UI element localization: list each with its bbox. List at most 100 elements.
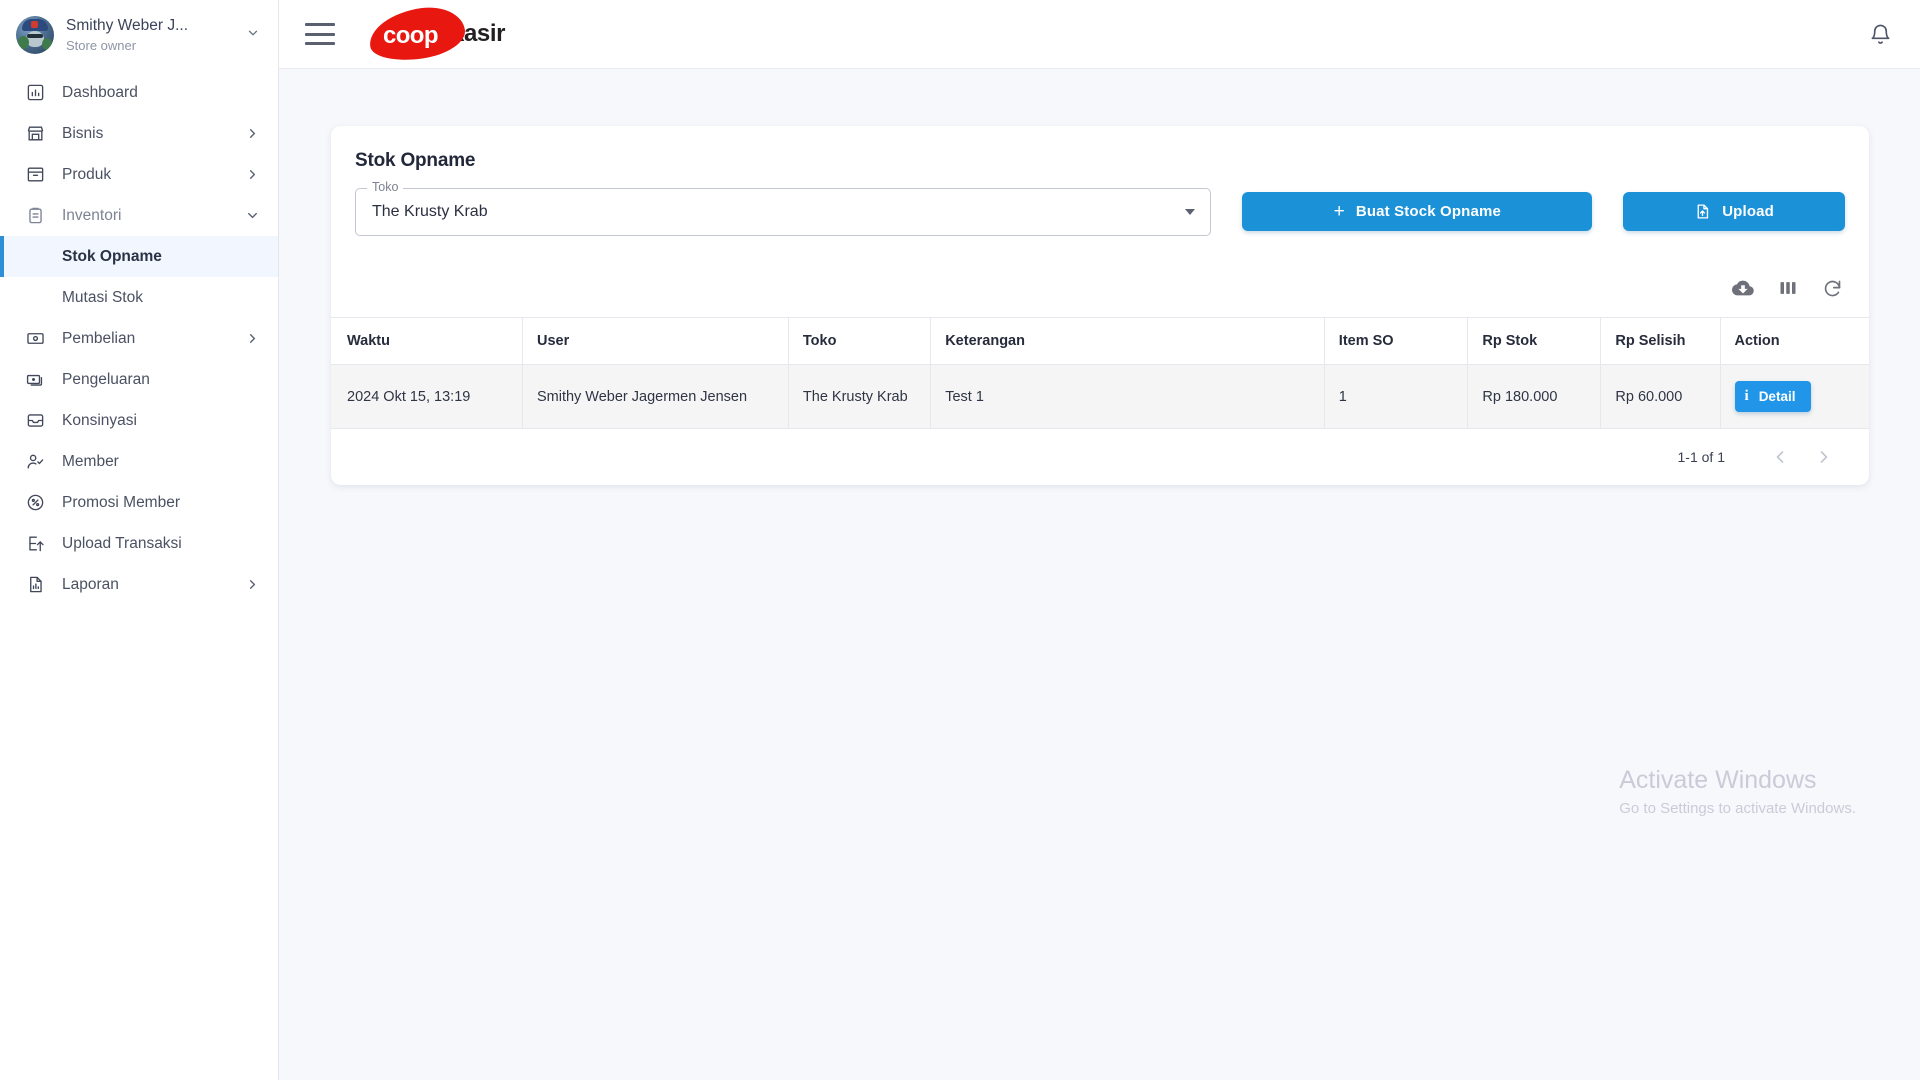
content-area: Stok Opname Toko The Krusty Krab + Buat … [279, 69, 1920, 1080]
sidebar-item-label: Pembelian [62, 330, 245, 348]
clipboard-list-icon [24, 205, 46, 227]
sidebar-item-laporan[interactable]: Laporan [0, 564, 278, 605]
cell-user: Smithy Weber Jagermen Jensen [522, 365, 788, 429]
banknote-icon [24, 328, 46, 350]
bell-icon[interactable] [1869, 23, 1892, 46]
columns-icon[interactable] [1778, 278, 1798, 298]
sidebar-item-konsinyasi[interactable]: Konsinyasi [0, 400, 278, 441]
sidebar-item-member[interactable]: Member [0, 441, 278, 482]
hamburger-icon[interactable] [305, 23, 335, 45]
store-select[interactable]: Toko The Krusty Krab [355, 188, 1211, 236]
upload-button[interactable]: Upload [1623, 192, 1845, 231]
sidebar: Smithy Weber J... Store owner Dashboard … [0, 0, 279, 1080]
sidebar-subitem-label: Stok Opname [62, 248, 162, 266]
table-head: Waktu User Toko Keterangan Item SO Rp St… [331, 318, 1869, 365]
user-text: Smithy Weber J... Store owner [66, 16, 234, 54]
column-header-toko[interactable]: Toko [788, 318, 930, 365]
stok-opname-table: Waktu User Toko Keterangan Item SO Rp St… [331, 317, 1869, 429]
watermark-title: Activate Windows [1619, 765, 1856, 795]
sidebar-item-label: Bisnis [62, 125, 245, 143]
plus-icon: + [1334, 202, 1345, 221]
watermark-subtitle: Go to Settings to activate Windows. [1619, 798, 1856, 820]
table-row[interactable]: 2024 Okt 15, 13:19 Smithy Weber Jagermen… [331, 365, 1869, 429]
buat-stock-opname-label: Buat Stock Opname [1356, 203, 1501, 220]
sidebar-item-pengeluaran[interactable]: Pengeluaran [0, 359, 278, 400]
avatar [16, 16, 54, 54]
sidebar-nav: Dashboard Bisnis Produk [0, 68, 278, 605]
sidebar-item-dashboard[interactable]: Dashboard [0, 72, 278, 113]
chevron-right-icon [245, 126, 260, 141]
sidebar-item-produk[interactable]: Produk [0, 154, 278, 195]
windows-activation-watermark: Activate Windows Go to Settings to activ… [1619, 765, 1856, 820]
store-icon [24, 123, 46, 145]
chevron-right-icon [245, 577, 260, 592]
sidebar-item-inventori[interactable]: Inventori [0, 195, 278, 236]
topbar: coop kasir [279, 0, 1920, 69]
table-toolbar [331, 259, 1869, 317]
sidebar-item-bisnis[interactable]: Bisnis [0, 113, 278, 154]
buat-stock-opname-button[interactable]: + Buat Stock Opname [1242, 192, 1592, 231]
user-check-icon [24, 451, 46, 473]
cell-waktu: 2024 Okt 15, 13:19 [331, 365, 522, 429]
page-title: Stok Opname [355, 150, 1845, 172]
upload-label: Upload [1722, 203, 1774, 220]
sidebar-item-stok-opname[interactable]: Stok Opname [0, 236, 278, 277]
chevron-right-icon [245, 331, 260, 346]
logo-blob-icon: coop [369, 9, 465, 59]
table-header-row: Waktu User Toko Keterangan Item SO Rp St… [331, 318, 1869, 365]
cell-rp-stok: Rp 180.000 [1468, 365, 1601, 429]
sidebar-item-label: Promosi Member [62, 494, 260, 512]
sidebar-item-pembelian[interactable]: Pembelian [0, 318, 278, 359]
sidebar-item-promosi-member[interactable]: Promosi Member [0, 482, 278, 523]
chevron-down-icon[interactable] [246, 26, 264, 45]
cell-keterangan: Test 1 [931, 365, 1325, 429]
store-select-box[interactable]: The Krusty Krab [355, 188, 1211, 236]
pagination-next-button[interactable] [1807, 440, 1841, 474]
cell-toko: The Krusty Krab [788, 365, 930, 429]
column-header-waktu[interactable]: Waktu [331, 318, 522, 365]
cash-stack-icon [24, 369, 46, 391]
sidebar-item-label: Pengeluaran [62, 371, 260, 389]
cloud-download-icon[interactable] [1732, 277, 1754, 299]
card-header: Stok Opname Toko The Krusty Krab + Buat … [331, 126, 1869, 258]
main-area: coop kasir Stok Opname Toko The Krust [279, 0, 1920, 1080]
refresh-icon[interactable] [1822, 278, 1843, 299]
sidebar-item-label: Konsinyasi [62, 412, 260, 430]
app-logo: coop kasir [369, 9, 505, 59]
column-header-keterangan[interactable]: Keterangan [931, 318, 1325, 365]
controls-row: Toko The Krusty Krab + Buat Stock Opname [355, 188, 1845, 236]
stok-opname-card: Stok Opname Toko The Krusty Krab + Buat … [331, 126, 1869, 485]
sidebar-item-upload-transaksi[interactable]: Upload Transaksi [0, 523, 278, 564]
column-header-rp-stok[interactable]: Rp Stok [1468, 318, 1601, 365]
logo-primary-text: coop [383, 22, 465, 50]
sidebar-item-label: Laporan [62, 576, 245, 594]
chevron-down-icon [1185, 209, 1195, 215]
sidebar-user-block[interactable]: Smithy Weber J... Store owner [0, 0, 278, 68]
chevron-down-icon [245, 208, 260, 223]
cell-item-so: 1 [1324, 365, 1468, 429]
store-select-value: The Krusty Krab [372, 203, 1185, 221]
inbox-icon [24, 410, 46, 432]
column-header-action: Action [1720, 318, 1869, 365]
percent-circle-icon [24, 492, 46, 514]
app-root: Smithy Weber J... Store owner Dashboard … [0, 0, 1920, 1080]
info-icon: i [1745, 388, 1749, 405]
column-header-item-so[interactable]: Item SO [1324, 318, 1468, 365]
column-header-rp-selisih[interactable]: Rp Selisih [1601, 318, 1720, 365]
sidebar-item-label: Upload Transaksi [62, 535, 260, 553]
sidebar-item-label: Member [62, 453, 260, 471]
chevron-right-icon [245, 167, 260, 182]
archive-box-icon [24, 164, 46, 186]
sidebar-item-mutasi-stok[interactable]: Mutasi Stok [0, 277, 278, 318]
sidebar-item-label: Inventori [62, 207, 245, 225]
pagination-prev-button[interactable] [1763, 440, 1797, 474]
report-file-icon [24, 574, 46, 596]
table-body: 2024 Okt 15, 13:19 Smithy Weber Jagermen… [331, 365, 1869, 429]
detail-button[interactable]: i Detail [1735, 381, 1812, 412]
user-role: Store owner [66, 37, 234, 54]
table-pagination: 1-1 of 1 [331, 429, 1869, 485]
cell-rp-selisih: Rp 60.000 [1601, 365, 1720, 429]
pagination-range-label: 1-1 of 1 [1678, 449, 1725, 465]
column-header-user[interactable]: User [522, 318, 788, 365]
file-upload-icon [24, 533, 46, 555]
